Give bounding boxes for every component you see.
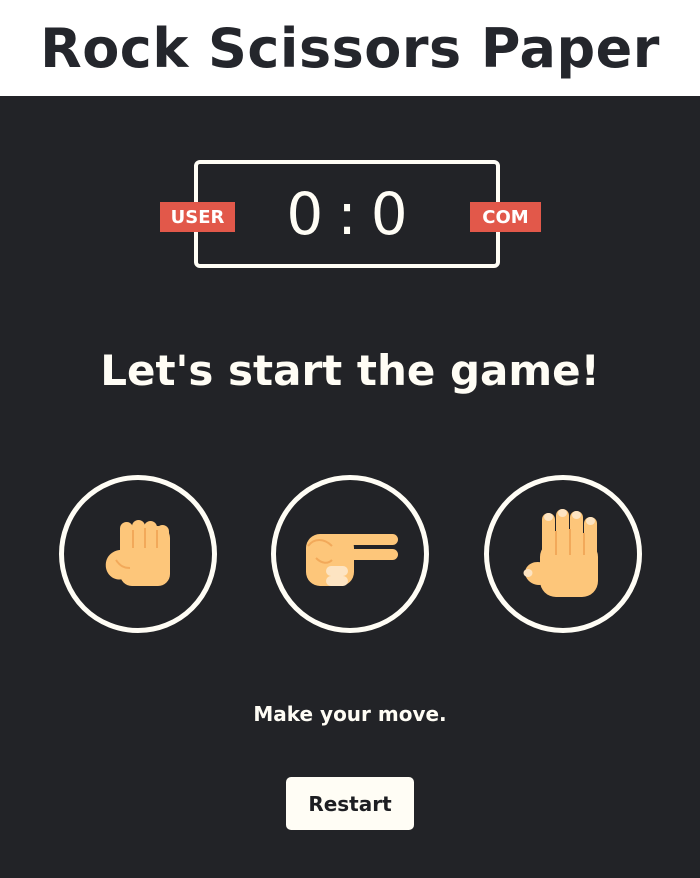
rock-button[interactable] [59, 475, 217, 633]
game-area: 0 : 0 USER COM Let's start the game! Mak… [0, 96, 700, 878]
move-prompt: Make your move. [253, 702, 447, 726]
user-score: 0 [286, 180, 324, 248]
paper-hand-icon [523, 509, 598, 597]
title-bar: Rock Scissors Paper [0, 0, 700, 96]
scissors-button[interactable] [271, 475, 429, 633]
rock-hand-icon [105, 520, 170, 586]
com-score: 0 [370, 180, 408, 248]
paper-button[interactable] [484, 475, 642, 633]
score-display: 0 : 0 [198, 164, 496, 264]
score-separator: : [337, 180, 357, 248]
user-badge: USER [160, 202, 235, 232]
com-badge: COM [470, 202, 541, 232]
scoreboard: 0 : 0 [194, 160, 500, 268]
restart-button[interactable]: Restart [286, 777, 414, 830]
result-message: Let's start the game! [100, 346, 600, 395]
scissors-hand-icon [306, 534, 398, 586]
page-title: Rock Scissors Paper [40, 16, 660, 80]
